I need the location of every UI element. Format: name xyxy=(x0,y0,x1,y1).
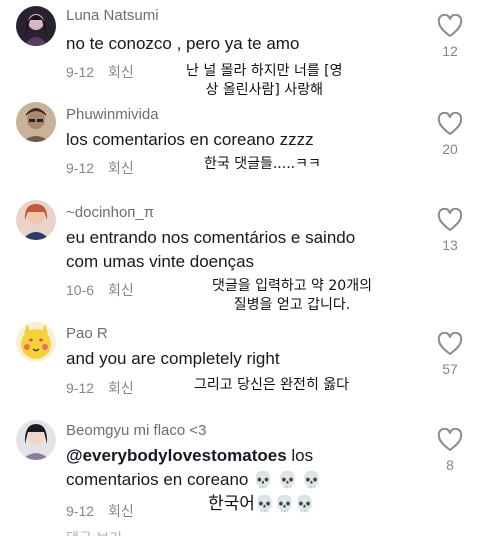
avatar[interactable] xyxy=(16,200,56,240)
username[interactable]: Phuwinmivida xyxy=(66,106,159,123)
caption-line: 한국어 xyxy=(208,494,255,514)
mention-link[interactable]: @everybodylovestomatoes xyxy=(66,446,287,465)
username[interactable]: Luna Natsumi xyxy=(66,7,159,24)
caption-line: 한국 댓글들.....ㅋㅋ xyxy=(204,156,321,172)
caption-line: 상 올린사람] 사랑해 xyxy=(205,82,323,98)
like-count: 20 xyxy=(442,141,458,157)
heart-outline-icon[interactable] xyxy=(437,112,463,136)
caption-line: 질병을 얻고 갑니다. xyxy=(233,297,351,313)
avatar[interactable] xyxy=(16,420,56,460)
translation-caption: 한국 댓글들.....ㅋㅋ xyxy=(204,155,321,174)
comment-text: and you are completely right xyxy=(66,349,280,368)
caption-line: 그리고 당신은 완전히 옳다 xyxy=(194,377,350,393)
like-control[interactable]: 13 xyxy=(428,208,472,253)
comment-text-fragment: los xyxy=(286,446,314,465)
heart-outline-icon[interactable] xyxy=(437,332,463,356)
translation-caption: 난 널 몰라 하지만 너를 [영 상 올린사람] 사랑해 xyxy=(186,62,343,100)
comment-text-fragment: comentarios en coreano xyxy=(66,470,249,489)
translation-caption: 한국어💀💀💀 xyxy=(208,494,315,514)
comment-date: 9-12 xyxy=(66,503,95,519)
avatar[interactable] xyxy=(16,322,56,362)
reply-button[interactable]: 회신 xyxy=(108,378,134,398)
translation-caption: 댓글을 입력하고 약 20개의 질병을 얻고 갑니다. xyxy=(212,277,372,315)
avatar[interactable] xyxy=(16,6,56,46)
comment-text-line: eu entrando nos comentários e saindo xyxy=(66,228,356,247)
heart-outline-icon[interactable] xyxy=(437,208,463,232)
comment-text-line: @everybodylovestomatoes los xyxy=(66,444,416,468)
username[interactable]: ~docinhoп_π xyxy=(66,204,154,221)
avatar[interactable] xyxy=(16,102,56,142)
reply-button[interactable]: 회신 xyxy=(108,62,134,82)
translation-caption: 그리고 당신은 완전히 옳다 xyxy=(194,376,349,395)
comment-text: los comentarios en coreano zzzz xyxy=(66,130,314,149)
caption-line: 난 널 몰라 하지만 너를 [영 xyxy=(186,63,343,79)
comment-text: eu entrando nos comentários e saindo com… xyxy=(66,226,416,274)
heart-outline-icon[interactable] xyxy=(437,428,463,452)
reply-button[interactable]: 회신 xyxy=(108,158,134,178)
comment-date: 9-12 xyxy=(66,64,95,80)
view-replies-link[interactable]: 댓글 보기 xyxy=(66,528,122,536)
comment-date: 10-6 xyxy=(66,282,95,298)
comment-text-line: comentarios en coreano 💀 💀 💀 xyxy=(66,468,416,493)
reply-button[interactable]: 회신 xyxy=(108,501,134,521)
like-count: 57 xyxy=(442,361,458,377)
like-count: 12 xyxy=(442,43,458,59)
comment-item: Phuwinmivida los comentarios en coreano … xyxy=(0,100,480,200)
heart-outline-icon[interactable] xyxy=(437,14,463,38)
comment-item: Luna Natsumi no te conozco , pero ya te … xyxy=(0,0,480,100)
comment-item: ~docinhoп_π eu entrando nos comentários … xyxy=(0,200,480,320)
comment-text: @everybodylovestomatoes los comentarios … xyxy=(66,444,416,493)
like-control[interactable]: 57 xyxy=(428,332,472,377)
reply-button[interactable]: 회신 xyxy=(108,280,134,300)
comment-text: no te conozco , pero ya te amo xyxy=(66,34,300,53)
comment-list: Luna Natsumi no te conozco , pero ya te … xyxy=(0,0,480,536)
username[interactable]: Beomgyu mi flaco <3 xyxy=(66,422,207,439)
like-control[interactable]: 12 xyxy=(428,14,472,59)
comment-item: Pao R and you are completely right 9-12 … xyxy=(0,320,480,420)
skull-emoji: 💀 💀 💀 xyxy=(253,472,322,489)
like-control[interactable]: 20 xyxy=(428,112,472,157)
skull-emoji: 💀💀💀 xyxy=(254,494,315,513)
username[interactable]: Pao R xyxy=(66,325,108,342)
like-control[interactable]: 8 xyxy=(428,428,472,473)
comment-date: 9-12 xyxy=(66,380,95,396)
comment-date: 9-12 xyxy=(66,160,95,176)
like-count: 8 xyxy=(446,457,454,473)
like-count: 13 xyxy=(442,237,458,253)
comment-text-line: com umas vinte doenças xyxy=(66,252,255,271)
caption-line: 댓글을 입력하고 약 20개의 xyxy=(212,278,372,294)
comment-item: Beomgyu mi flaco <3 @everybodylovestomat… xyxy=(0,420,480,530)
